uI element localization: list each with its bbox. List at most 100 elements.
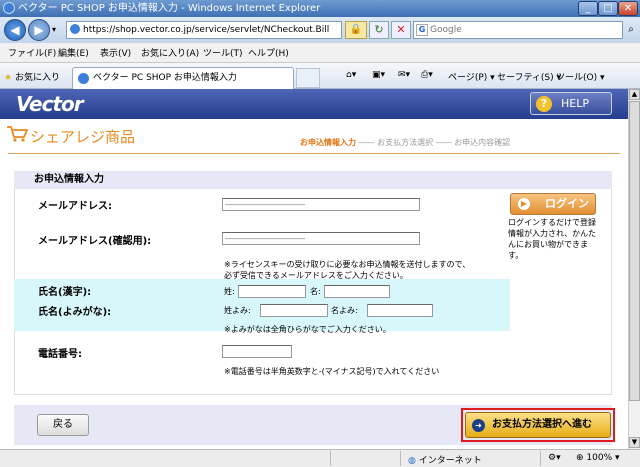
status-bar: ◍ インターネット ⚙▾ ⊕ 100% ▾ xyxy=(0,449,640,467)
tab-label: ベクター PC SHOP お申込情報入力 xyxy=(93,73,237,83)
page-content: Vector ? HELP シェアレジ商品 お申込情報入力 ―― お支払方法選択… xyxy=(0,89,628,449)
login-label: ログイン xyxy=(545,197,589,210)
login-note: ログインするだけで登録 情報が入力され、かんた んにお買い物ができま す。 xyxy=(508,218,597,260)
email-label: メールアドレス: xyxy=(38,201,112,212)
menu-bar: ファイル(F) 編集(E) 表示(V) お気に入り(A) ツール(T) ヘルプ(… xyxy=(0,43,640,63)
globe-icon: ◍ xyxy=(408,456,416,466)
browser-tab[interactable]: ベクター PC SHOP お申込情報入力 xyxy=(72,67,294,89)
login-button[interactable]: ▶ ログイン xyxy=(510,193,596,215)
sei-input[interactable] xyxy=(239,286,305,297)
forward-nav-button[interactable]: ▶ xyxy=(28,19,50,41)
proceed-to-payment-button[interactable]: ➜ お支払方法選択へ進む xyxy=(465,412,611,438)
sei-label: 姓: xyxy=(224,287,235,296)
step-separator: ―― xyxy=(433,138,455,147)
zoom-icon: ⊕ xyxy=(576,453,584,463)
proceed-label: お支払方法選択へ進む xyxy=(492,419,592,430)
help-button[interactable]: ? HELP xyxy=(530,92,612,115)
command-page[interactable]: ページ(P) ▾ xyxy=(448,70,495,83)
progress-steps: お申込情報入力 ―― お支払方法選択 ―― お申込内容確認 xyxy=(300,137,510,148)
arrow-right-icon: ▶ xyxy=(518,198,530,210)
mei-field[interactable] xyxy=(324,285,390,298)
vector-logo[interactable]: Vector xyxy=(16,92,84,116)
scroll-up-icon[interactable]: ▲ xyxy=(629,89,640,100)
step-current: お申込情報入力 xyxy=(300,138,356,147)
site-header: Vector ? HELP xyxy=(0,89,628,119)
step-confirm: お申込内容確認 xyxy=(454,138,511,147)
help-label: HELP xyxy=(561,97,589,110)
email-confirm-field[interactable] xyxy=(222,232,420,245)
page-favicon-icon xyxy=(70,24,80,34)
favorites-button[interactable]: ★ お気に入り xyxy=(4,70,60,83)
menu-file[interactable]: ファイル(F) xyxy=(8,46,56,59)
mei-input[interactable] xyxy=(325,286,389,297)
refresh-icon[interactable]: ↻ xyxy=(369,21,389,39)
arrow-right-icon: ➜ xyxy=(472,419,485,432)
sei-kana-field[interactable] xyxy=(260,304,328,317)
new-tab-button[interactable] xyxy=(296,68,320,88)
protected-mode-icon[interactable]: ⚙▾ xyxy=(548,453,561,463)
phone-note: ※電話番号は半角英数字と-(マイナス記号)で入れてください xyxy=(224,367,440,376)
email-confirm-label: メールアドレス(確認用): xyxy=(38,236,152,247)
zoom-level: 100% xyxy=(586,453,613,463)
ie-logo-icon xyxy=(3,2,15,14)
command-safety[interactable]: セーフティ(S) ▾ xyxy=(497,70,561,83)
mei-kana-field[interactable] xyxy=(367,304,433,317)
phone-input[interactable] xyxy=(223,346,291,357)
window-title: ベクター PC SHOP お申込情報入力 - Windows Internet … xyxy=(18,3,321,14)
vertical-scrollbar[interactable]: ▲ ▼ xyxy=(628,89,640,449)
mei-kana-input[interactable] xyxy=(368,305,432,316)
menu-favorites[interactable]: お気に入り(A) xyxy=(141,46,199,59)
phone-field[interactable] xyxy=(222,345,292,358)
google-icon: G xyxy=(416,24,428,36)
favorites-star-icon: ★ xyxy=(4,73,13,83)
menu-view[interactable]: 表示(V) xyxy=(100,46,131,59)
feeds-icon[interactable]: ▣▾ xyxy=(372,70,385,80)
favorites-label: お気に入り xyxy=(14,73,60,83)
name-kanji-label: 氏名(漢字): xyxy=(38,287,92,298)
page-title: シェアレジ商品 xyxy=(30,128,136,146)
step-payment: お支払方法選択 xyxy=(377,138,434,147)
search-field[interactable]: G xyxy=(413,21,623,39)
step-separator: ―― xyxy=(356,138,378,147)
command-tools[interactable]: ツール(O) ▾ xyxy=(556,70,605,83)
sei-kana-label: 姓よみ: xyxy=(224,306,251,315)
stop-icon[interactable]: ✕ xyxy=(391,21,411,39)
title-divider xyxy=(8,153,620,154)
search-icon[interactable]: ⌕ xyxy=(624,21,638,39)
close-button[interactable]: ✕ xyxy=(618,1,638,16)
menu-tools[interactable]: ツール(T) xyxy=(203,46,243,59)
sei-kana-input[interactable] xyxy=(261,305,327,316)
back-nav-button[interactable]: ◀ xyxy=(4,19,26,41)
shopping-cart-icon xyxy=(7,126,28,142)
email-field[interactable] xyxy=(222,198,420,211)
phone-label: 電話番号: xyxy=(38,349,82,360)
window-title-bar: ベクター PC SHOP お申込情報入力 - Windows Internet … xyxy=(0,0,640,17)
zone-indicator: ◍ インターネット xyxy=(408,453,482,466)
help-question-icon: ? xyxy=(536,96,552,112)
search-input[interactable] xyxy=(414,22,622,38)
history-dropdown-icon[interactable]: ▾ xyxy=(52,25,56,34)
address-field[interactable] xyxy=(66,21,342,39)
email-confirm-input[interactable] xyxy=(223,233,419,244)
lock-icon[interactable]: 🔒 xyxy=(345,21,367,39)
minimize-button[interactable]: _ xyxy=(578,1,598,16)
form-section-title: お申込情報入力 xyxy=(14,171,612,189)
maximize-button[interactable]: □ xyxy=(598,1,618,16)
mei-kana-label: 名よみ: xyxy=(331,306,358,315)
scroll-down-icon[interactable]: ▼ xyxy=(629,437,640,448)
zone-label: インターネット xyxy=(418,456,482,466)
back-button[interactable]: 戻る xyxy=(37,414,89,436)
zoom-control[interactable]: ⊕ 100% ▾ xyxy=(576,453,620,463)
mail-icon[interactable]: ✉▾ xyxy=(398,70,410,80)
home-icon[interactable]: ⌂▾ xyxy=(346,70,356,80)
mei-label: 名: xyxy=(310,287,321,296)
menu-edit[interactable]: 編集(E) xyxy=(58,46,89,59)
scroll-thumb[interactable] xyxy=(629,101,640,401)
menu-help[interactable]: ヘルプ(H) xyxy=(248,46,289,59)
print-icon[interactable]: ⎙▾ xyxy=(421,70,433,80)
tab-favicon-icon xyxy=(78,73,89,84)
email-input[interactable] xyxy=(223,199,419,210)
kana-note: ※よみがなは全角ひらがなでご入力ください。 xyxy=(224,325,391,334)
sei-field[interactable] xyxy=(238,285,306,298)
address-input[interactable] xyxy=(67,22,341,38)
